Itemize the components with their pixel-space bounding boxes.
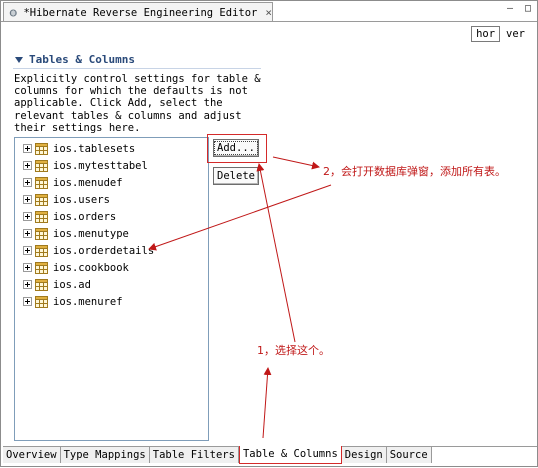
section-title: Tables & Columns (29, 53, 135, 66)
orientation-toggle: hor ver (471, 26, 527, 42)
annotation-note-1: 1，选择这个。 (257, 344, 330, 357)
annotation-note-2: 2，会打开数据库弹窗，添加所有表。 (323, 165, 506, 178)
tree-item[interactable]: ios.mytesttabel (15, 157, 208, 174)
section-header[interactable]: Tables & Columns (15, 53, 135, 66)
plus-expander-icon[interactable] (23, 178, 32, 187)
tree-item[interactable]: ios.orders (15, 208, 208, 225)
tree-item-label: ios.menudef (53, 176, 123, 189)
tree-item[interactable]: ios.tablesets (15, 140, 208, 157)
tree-item[interactable]: ios.users (15, 191, 208, 208)
tab-table-columns[interactable]: Table & Columns (238, 446, 342, 464)
table-icon (35, 227, 48, 240)
table-icon (35, 210, 48, 223)
tables-tree[interactable]: ios.tablesets ios.mytesttabel ios.menudef i… (14, 137, 209, 441)
table-icon (35, 278, 48, 291)
plus-expander-icon[interactable] (23, 297, 32, 306)
plus-expander-icon[interactable] (23, 263, 32, 272)
window-controls: – □ (504, 3, 534, 15)
editor-window: *Hibernate Reverse Engineering Editor × … (0, 0, 538, 467)
horizontal-button[interactable]: hor (471, 26, 501, 42)
add-button-label: Add... (214, 141, 258, 155)
tab-source[interactable]: Source (386, 447, 432, 463)
arrow-to-add (256, 163, 296, 343)
tree-item[interactable]: ios.menuref (15, 293, 208, 310)
arrow-to-note-2 (272, 156, 320, 170)
section-description: Explicitly control settings for table & … (14, 73, 261, 134)
plus-expander-icon[interactable] (23, 144, 32, 153)
plus-expander-icon[interactable] (23, 161, 32, 170)
tree-item-label: ios.cookbook (53, 261, 129, 274)
tab-type-mappings[interactable]: Type Mappings (60, 447, 150, 463)
editor-tab[interactable]: *Hibernate Reverse Engineering Editor × (3, 2, 273, 22)
editor-page-tabs: Overview Type Mappings Table Filters Table … (3, 446, 537, 464)
arrow-to-tab (262, 367, 272, 439)
tree-item-label: ios.tablesets (53, 142, 136, 155)
tree-item-label: ios.orderdetails (53, 244, 155, 257)
plus-expander-icon[interactable] (23, 212, 32, 221)
maximize-icon[interactable]: □ (522, 3, 534, 15)
tree-item[interactable]: ios.orderdetails (15, 242, 208, 259)
minimize-icon[interactable]: – (504, 3, 516, 15)
add-button[interactable]: Add... (213, 139, 259, 157)
editor-tab-title: *Hibernate Reverse Engineering Editor (23, 6, 258, 19)
table-icon (35, 176, 48, 189)
tree-item-label: ios.ad (53, 278, 91, 291)
table-icon (35, 244, 48, 257)
section-divider (13, 68, 261, 69)
tree-item[interactable]: ios.menutype (15, 225, 208, 242)
hibernate-app-icon (9, 8, 17, 17)
delete-button[interactable]: Delete (213, 167, 259, 185)
tree-item[interactable]: ios.ad (15, 276, 208, 293)
collapse-triangle-icon[interactable] (15, 56, 23, 63)
tree-item[interactable]: ios.cookbook (15, 259, 208, 276)
vertical-button[interactable]: ver (504, 27, 527, 41)
plus-expander-icon[interactable] (23, 195, 32, 204)
plus-expander-icon[interactable] (23, 246, 32, 255)
tab-design[interactable]: Design (341, 447, 387, 463)
close-icon[interactable]: × (265, 6, 272, 19)
tab-overview[interactable]: Overview (3, 447, 61, 463)
plus-expander-icon[interactable] (23, 229, 32, 238)
table-icon (35, 193, 48, 206)
table-icon (35, 159, 48, 172)
tree-item-label: ios.orders (53, 210, 117, 223)
tree-item-label: ios.menuref (53, 295, 123, 308)
tree-item[interactable]: ios.menudef (15, 174, 208, 191)
table-icon (35, 142, 48, 155)
table-icon (35, 261, 48, 274)
plus-expander-icon[interactable] (23, 280, 32, 289)
tree-item-label: ios.mytesttabel (53, 159, 148, 172)
tab-row-divider (1, 21, 537, 22)
table-icon (35, 295, 48, 308)
tree-item-label: ios.menutype (53, 227, 129, 240)
tab-table-filters[interactable]: Table Filters (149, 447, 239, 463)
tree-item-label: ios.users (53, 193, 110, 206)
